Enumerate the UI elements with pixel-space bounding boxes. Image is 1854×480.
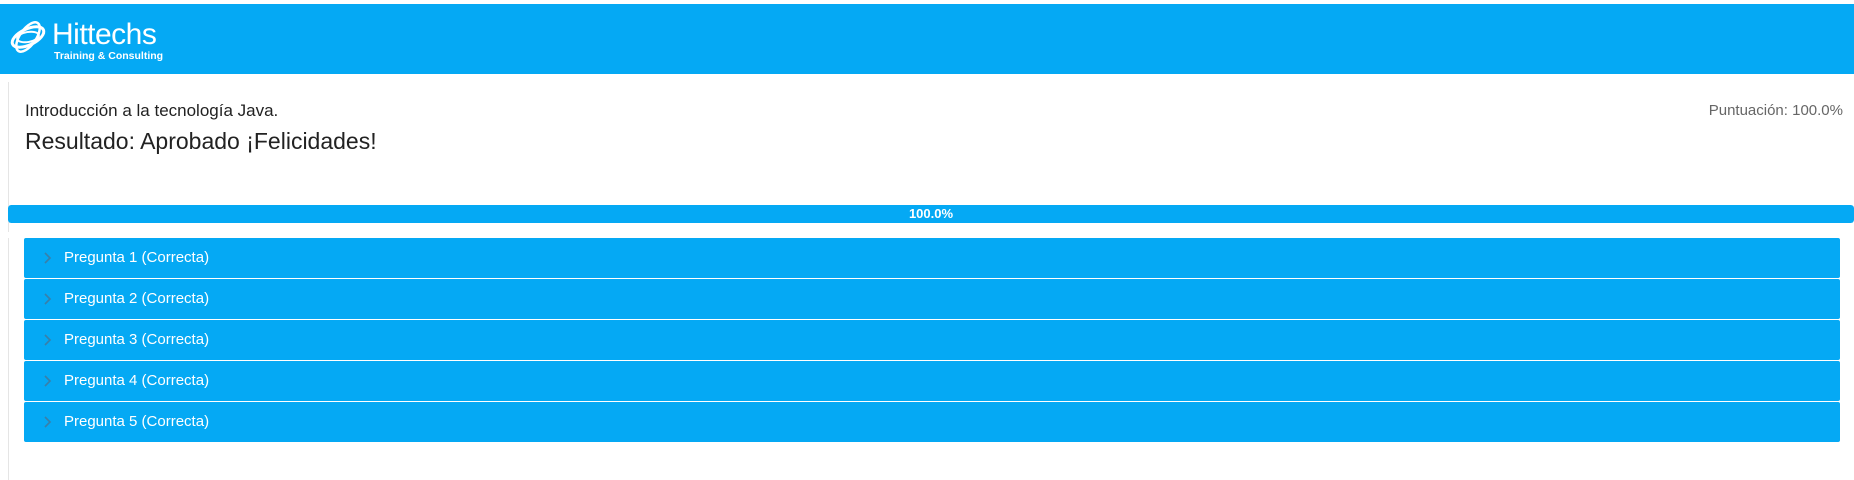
brand-logo[interactable]: Hittechs Training & Consulting [8,12,198,64]
question-row-2[interactable]: Pregunta 2 (Correcta) [24,279,1840,319]
question-label: Pregunta 5 (Correcta) [64,413,210,430]
brand-tagline: Training & Consulting [54,50,164,62]
question-label: Pregunta 3 (Correcta) [64,331,210,348]
score-progress-bar: 100.0% [8,205,1854,223]
chevron-right-icon [44,416,52,428]
question-label: Pregunta 4 (Correcta) [64,372,210,389]
chevron-right-icon [44,375,52,387]
result-status-heading: Resultado: Aprobado ¡Felicidades! [25,128,377,154]
question-label: Pregunta 2 (Correcta) [64,290,210,307]
question-row-3[interactable]: Pregunta 3 (Correcta) [24,320,1840,360]
questions-accordion: Pregunta 1 (Correcta) Pregunta 2 (Correc… [8,238,1854,480]
top-header-bar: Hittechs Training & Consulting [0,4,1854,74]
chevron-right-icon [44,293,52,305]
chevron-right-icon [44,252,52,264]
brand-name: Hittechs [52,18,157,51]
swirl-globe-icon [10,21,46,53]
progress-label: 100.0% [908,206,954,221]
score-text: Puntuación: 100.0% [1708,102,1843,119]
chevron-right-icon [44,334,52,346]
course-title: Introducción a la tecnología Java. [25,101,279,120]
question-row-1[interactable]: Pregunta 1 (Correcta) [24,238,1840,278]
question-label: Pregunta 1 (Correcta) [64,249,210,266]
question-row-5[interactable]: Pregunta 5 (Correcta) [24,402,1840,442]
question-row-4[interactable]: Pregunta 4 (Correcta) [24,361,1840,401]
